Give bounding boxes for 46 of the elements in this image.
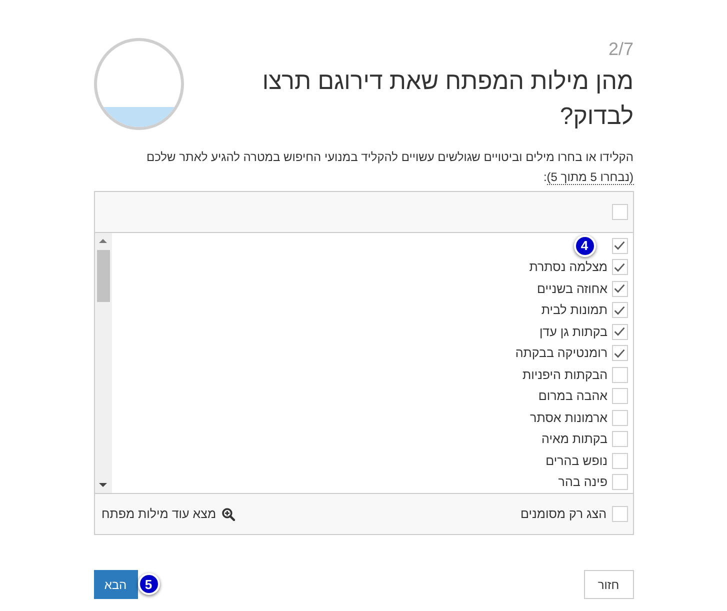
keyword-label: מצלמה נסתרת bbox=[529, 260, 608, 274]
scroll-down-icon[interactable] bbox=[99, 483, 107, 487]
checkmark-icon bbox=[614, 262, 625, 272]
step-counter: 2/7 bbox=[608, 38, 634, 60]
keyword-checkbox[interactable] bbox=[612, 345, 628, 362]
keyword-checkbox[interactable] bbox=[612, 259, 628, 276]
checkmark-icon bbox=[614, 241, 625, 250]
keyword-label: אהבה במרום bbox=[538, 389, 608, 404]
scroll-thumb[interactable] bbox=[96, 250, 110, 302]
select-all-checkbox[interactable] bbox=[612, 204, 628, 220]
back-button[interactable]: חזור bbox=[584, 570, 634, 599]
selection-count: (נבחרו 5 מתוך 5) bbox=[546, 170, 634, 185]
show-selected-checkbox[interactable] bbox=[612, 506, 628, 522]
keyword-checkbox[interactable] bbox=[612, 238, 628, 254]
keyword-label: אחוזה בשניים bbox=[537, 282, 608, 296]
annotation-badge: 4 bbox=[574, 234, 596, 257]
next-button[interactable]: הבא bbox=[94, 570, 138, 599]
checkmark-icon bbox=[614, 348, 625, 358]
show-selected-label: הצג רק מסומנים bbox=[520, 507, 606, 521]
keyword-checkbox[interactable] bbox=[612, 388, 628, 404]
keyword-checkbox[interactable] bbox=[612, 431, 628, 448]
annotation-badge: 5 bbox=[138, 573, 160, 595]
keyword-checkbox[interactable] bbox=[612, 324, 628, 340]
keyword-checkbox[interactable] bbox=[612, 280, 628, 297]
keyword-label: נופש בהרים bbox=[546, 454, 608, 468]
keyword-label: תמונות לבית bbox=[541, 303, 608, 318]
keyword-checkbox[interactable] bbox=[612, 474, 628, 490]
checkmark-icon bbox=[614, 327, 625, 336]
keyword-checkbox[interactable] bbox=[612, 302, 628, 318]
question-title: מהן מילות המפתח שאת דירוגם תרצו לבדוק? bbox=[261, 67, 634, 132]
find-more-link[interactable]: מצא עוד מילות מפתח bbox=[102, 507, 236, 521]
checkmark-icon bbox=[614, 284, 625, 294]
keyword-label: רומנטיקה בבקתה bbox=[515, 346, 608, 360]
keyword-checkbox[interactable] bbox=[612, 410, 628, 426]
keyword-checkbox[interactable] bbox=[612, 452, 628, 469]
scroll-up-icon[interactable] bbox=[99, 239, 107, 243]
checkmark-icon bbox=[614, 306, 625, 315]
keyword-label: הבקתות היפניות bbox=[522, 368, 608, 382]
keyword-label: ארמונות אסתר bbox=[530, 410, 608, 425]
keyword-label: בקתות מאיה bbox=[542, 432, 608, 446]
zoom-in-icon bbox=[222, 508, 236, 520]
keyword-checkbox[interactable] bbox=[612, 366, 628, 383]
keyword-label: פינה בהר bbox=[558, 475, 608, 490]
scrollbar-track[interactable] bbox=[94, 233, 112, 493]
instructions-text: הקלידו או בחרו מילים וביטויים שגולשים עשויים להקליד במנועי החיפוש במטרה להגיע לאתר שלכם (נבחרו 5 מתוך 5): bbox=[145, 149, 634, 187]
keyword-label: בקתות גן עדן bbox=[539, 324, 608, 339]
